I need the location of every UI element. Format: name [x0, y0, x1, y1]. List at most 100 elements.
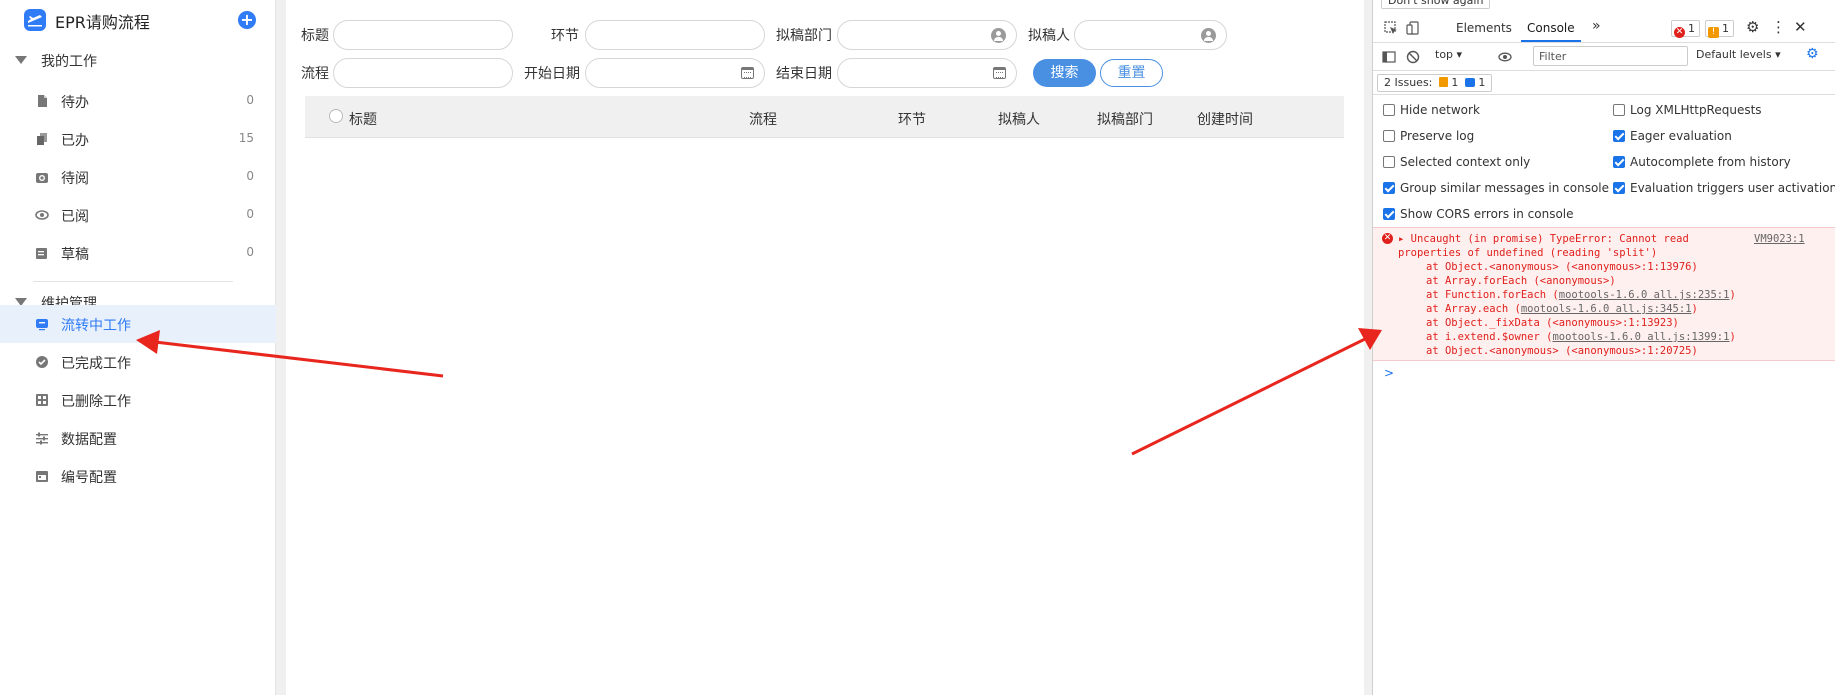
- sidebar-item-completed[interactable]: 已完成工作: [0, 343, 276, 381]
- sidebar-item-label: 数据配置: [61, 432, 117, 448]
- sidebar-item-deleted[interactable]: 已删除工作: [0, 381, 276, 419]
- document-icon: [38, 95, 47, 107]
- edit-document-icon: [36, 248, 47, 259]
- sidebar-item-to-read[interactable]: 待阅 0: [0, 158, 276, 196]
- devtools-panel: Don't show again Elements Console » ✕ 1 !…: [1372, 0, 1835, 695]
- sidebar-item-in-process[interactable]: 流转中工作: [0, 305, 276, 343]
- error-icon: ✕: [1382, 233, 1393, 244]
- error-count: 1: [1688, 22, 1695, 35]
- issues-button[interactable]: 2 Issues: 1 1: [1377, 74, 1493, 92]
- clear-console-icon[interactable]: [1406, 50, 1420, 64]
- person-icon[interactable]: [1201, 28, 1216, 43]
- dept-label: 拟稿部门: [776, 28, 832, 44]
- dont-show-again-button[interactable]: Don't show again: [1381, 0, 1491, 9]
- more-options-icon[interactable]: ⋮: [1771, 18, 1786, 36]
- stack-text: at Array.each (: [1426, 303, 1521, 315]
- checkbox[interactable]: [1613, 130, 1625, 142]
- tab-elements[interactable]: Elements: [1456, 21, 1512, 35]
- title-label: 标题: [301, 28, 329, 44]
- calendar-icon[interactable]: [741, 67, 754, 79]
- checkbox[interactable]: [1383, 182, 1395, 194]
- tab-console[interactable]: Console: [1527, 21, 1575, 35]
- search-button[interactable]: 搜索: [1033, 59, 1096, 87]
- stack-link[interactable]: mootools-1.6.0 all.js:1399:1: [1552, 331, 1729, 343]
- column-header[interactable]: 标题: [349, 109, 377, 129]
- more-tabs-icon[interactable]: »: [1592, 18, 1601, 34]
- sidebar-item-number-config[interactable]: 编号配置: [0, 457, 276, 495]
- count-badge: 0: [246, 93, 254, 107]
- group-my-work[interactable]: 我的工作: [0, 43, 276, 77]
- checkbox[interactable]: [1613, 104, 1625, 116]
- add-icon[interactable]: +: [238, 11, 256, 29]
- node-input[interactable]: [585, 20, 765, 50]
- devtools-tab-bar: Elements Console » ✕ 1 ! 1 ⚙ ⋮ ✕: [1373, 14, 1835, 43]
- option-label: Autocomplete from history: [1630, 155, 1791, 169]
- title-input[interactable]: [333, 20, 513, 50]
- option-label: Evaluation triggers user activation: [1630, 181, 1835, 195]
- sidebar-item-label: 待办: [61, 95, 89, 111]
- checkbox[interactable]: [1383, 104, 1395, 116]
- log-levels-value: Default levels: [1696, 48, 1772, 61]
- checkbox[interactable]: [1613, 156, 1625, 168]
- sidebar-item-label: 已删除工作: [61, 394, 131, 410]
- calendar-icon[interactable]: [993, 67, 1006, 79]
- inspect-element-icon[interactable]: [1384, 21, 1398, 35]
- console-settings-icon[interactable]: ⚙: [1806, 46, 1819, 62]
- error-count-badge[interactable]: ✕ 1: [1671, 20, 1700, 38]
- stack-frame: at Array.forEach (<anonymous>): [1426, 275, 1616, 287]
- process-input[interactable]: [333, 58, 513, 88]
- count-badge: 0: [246, 169, 254, 183]
- console-prompt[interactable]: >: [1384, 366, 1394, 380]
- error-source-link[interactable]: VM9023:1: [1754, 233, 1805, 245]
- device-toolbar-icon[interactable]: [1406, 21, 1420, 35]
- column-header[interactable]: 拟稿部门: [1097, 109, 1153, 129]
- sidebar-toggle-icon[interactable]: [1382, 50, 1396, 64]
- stack-text: ): [1691, 303, 1698, 315]
- eye-icon[interactable]: [1498, 50, 1512, 64]
- stack-text: at i.extend.$owner (: [1426, 331, 1553, 343]
- caret-down-icon: [15, 56, 27, 64]
- option-label: Group similar messages in console: [1400, 181, 1609, 195]
- error-expand-toggle[interactable]: ▸ Uncaught (in promise) TypeError: Canno…: [1398, 233, 1689, 245]
- info-icon: [1464, 78, 1475, 87]
- sidebar-item-label: 草稿: [61, 247, 89, 263]
- checkbox[interactable]: [1383, 208, 1395, 220]
- column-header[interactable]: 环节: [898, 109, 926, 129]
- checkbox[interactable]: [1383, 130, 1395, 142]
- table-header: 标题 流程 环节 拟稿人 拟稿部门 创建时间: [305, 96, 1344, 138]
- drafter-picker[interactable]: [1074, 20, 1227, 50]
- stack-frame: at Object.<anonymous> (<anonymous>:1:207…: [1426, 345, 1698, 357]
- dept-picker[interactable]: [837, 20, 1017, 50]
- reset-button[interactable]: 重置: [1100, 59, 1163, 87]
- select-all-radio[interactable]: [329, 109, 343, 123]
- stack-frame: at i.extend.$owner (mootools-1.6.0 all.j…: [1426, 331, 1736, 343]
- option-label: Eager evaluation: [1630, 129, 1732, 143]
- sidebar-item-read[interactable]: 已阅 0: [0, 196, 276, 234]
- close-icon[interactable]: ✕: [1794, 18, 1807, 36]
- active-tab-indicator: [1521, 40, 1581, 42]
- sidebar-item-done[interactable]: 已办 15: [0, 120, 276, 158]
- sidebar-item-label: 已完成工作: [61, 356, 131, 372]
- column-header[interactable]: 拟稿人: [998, 109, 1040, 129]
- stack-link[interactable]: mootools-1.6.0 all.js:235:1: [1559, 289, 1730, 301]
- stack-link[interactable]: mootools-1.6.0 all.js:345:1: [1521, 303, 1692, 315]
- column-header[interactable]: 流程: [749, 109, 777, 129]
- log-levels-select[interactable]: Default levels ▾: [1696, 48, 1781, 61]
- sidebar-item-data-config[interactable]: 数据配置: [0, 419, 276, 457]
- error-icon: ✕: [1674, 27, 1685, 38]
- settings-gear-icon[interactable]: ⚙: [1746, 18, 1759, 36]
- sidebar-item-draft[interactable]: 草稿 0: [0, 234, 276, 272]
- start-date-picker[interactable]: [585, 58, 765, 88]
- stack-text: ): [1729, 331, 1736, 343]
- person-icon[interactable]: [991, 28, 1006, 43]
- checkbox[interactable]: [1383, 156, 1395, 168]
- warning-count-badge[interactable]: ! 1: [1705, 20, 1734, 38]
- console-error-message: ✕ ▸ Uncaught (in promise) TypeError: Can…: [1373, 227, 1835, 361]
- stack-frame: at Function.forEach (mootools-1.6.0 all.…: [1426, 289, 1736, 301]
- sidebar-item-todo[interactable]: 待办 0: [0, 82, 276, 120]
- context-select[interactable]: top ▾: [1435, 48, 1462, 61]
- checkbox[interactable]: [1613, 182, 1625, 194]
- filter-input[interactable]: Filter: [1533, 46, 1688, 66]
- end-date-picker[interactable]: [837, 58, 1017, 88]
- column-header[interactable]: 创建时间: [1197, 109, 1253, 129]
